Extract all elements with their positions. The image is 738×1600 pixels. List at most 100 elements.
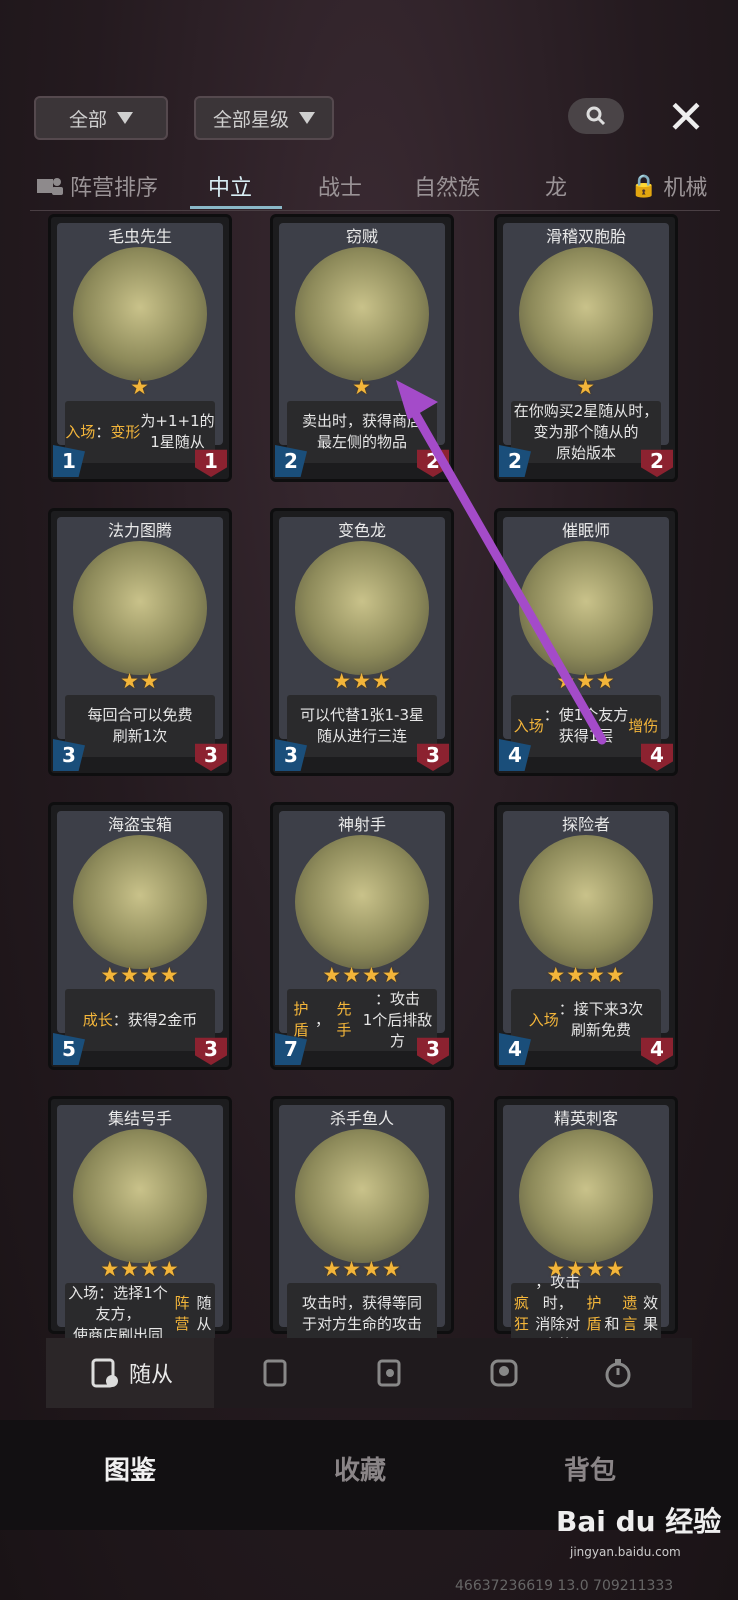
tab-mech[interactable]: 🔒 机械 [630,166,707,206]
card-stars: ★★★ [556,669,616,693]
card-portrait [73,1129,207,1263]
card-name: 滑稽双胞胎 [545,227,626,246]
card-description: 入场：选择1个友方， 使商店刷出同 阵营 随从 [65,1283,215,1345]
card-portrait [73,835,207,969]
filter-bar: 全部 全部星级 ✕ [0,94,738,142]
card-description: 攻击时，获得等同 于对方生命的攻击 [287,1283,437,1345]
card-stars: ★★ [120,669,160,693]
card-stars: ★★★★ [100,963,180,987]
card-name: 探险者 [561,815,610,834]
follower-card[interactable]: 精英刺客 ★★★★疯狂，攻击时，消除对方的护盾和遗言效果 [494,1096,678,1354]
tab-label: 战士 [318,176,363,201]
subnav-spells[interactable] [246,1338,306,1408]
follower-card[interactable]: 滑稽双胞胎 ★ 在你购买2星随从时， 变为那个随从的 原始版本 2 2 [494,214,678,482]
follower-card[interactable]: 神射手 ★★★★ 护盾，先手 ：攻击 1个后排敌方 7 3 [270,802,454,1070]
card-portrait [73,247,207,381]
card-portrait [295,541,429,675]
follower-card[interactable]: 变色龙 ★★★ 可以代替1张1-3星 随从进行三连 3 3 [270,508,454,776]
card-stars: ★ [352,375,372,399]
card-name: 变色龙 [337,521,386,540]
follower-card[interactable]: 窃贼 ★ 卖出时，获得商店 最左侧的物品 2 2 [270,214,454,482]
follower-card[interactable]: 杀手鱼人 ★★★★ 攻击时，获得等同 于对方生命的攻击 [270,1096,454,1345]
card-portrait [73,541,207,675]
card-portrait [295,1129,429,1263]
card-name: 精英刺客 [553,1109,618,1128]
follower-card[interactable]: 探险者 ★★★★ 入场 ：接下来3次 刷新免费 4 4 [494,802,678,1070]
close-icon: ✕ [666,90,706,144]
item-card-icon [377,1359,401,1387]
search-button[interactable] [568,98,624,134]
tab-label: 机械 [663,176,708,201]
star-filter-dropdown[interactable]: 全部星级 [194,96,334,140]
nav-codex[interactable]: 图鉴 [104,1450,156,1490]
close-button[interactable]: ✕ [662,94,710,142]
follower-card[interactable]: 法力图腾 ★★ 每回合可以免费 刷新1次 3 3 [48,508,232,776]
follower-card[interactable]: 催眠师 ★★★ 入场 ：使1个友方 获得1层 增伤 4 4 [494,508,678,776]
faction-filter-label: 全部 [68,108,107,131]
tab-label: 龙 [545,176,568,201]
faction-filter-dropdown[interactable]: 全部 [34,96,168,140]
nav-backpack[interactable]: 背包 [564,1450,616,1490]
tab-nature[interactable]: 自然族 [414,166,480,206]
card-name: 催眠师 [561,521,610,540]
card-description: 卖出时，获得商店 最左侧的物品 [287,401,437,463]
subnav-followers[interactable]: 随从 [46,1338,214,1408]
tab-neutral[interactable]: 中立 [208,166,252,206]
search-icon [586,106,606,126]
collection-subnav: 随从 [46,1338,692,1408]
health-stat: 3 [195,1037,227,1065]
chevron-down-icon [117,112,133,124]
card-portrait [519,1129,653,1263]
stopwatch-icon [605,1359,631,1388]
hero-icon [490,1359,518,1387]
card-name: 毛虫先生 [107,227,172,246]
nav-favorites[interactable]: 收藏 [334,1450,386,1490]
tab-label: 中立 [208,176,253,201]
faction-sort-icon [37,178,63,195]
subnav-items[interactable] [360,1338,420,1408]
card-name: 海盗宝箱 [107,815,172,834]
card-name: 神射手 [337,815,386,834]
card-stars: ★ [130,375,150,399]
card-description: 成长 ：获得2金币 [65,989,215,1051]
card-portrait [295,835,429,969]
card-name: 窃贼 [345,227,378,246]
card-description: 每回合可以免费 刷新1次 [65,695,215,757]
card-stars: ★★★★ [322,1257,402,1281]
health-stat: 4 [641,1037,673,1065]
card-description: 入场 ：使1个友方 获得1层 增伤 [511,695,661,757]
card-description: 护盾，先手 ：攻击 1个后排敌方 [287,989,437,1051]
card-description: 疯狂，攻击时，消除对方的护盾和遗言效果 [511,1273,661,1354]
chevron-down-icon [299,112,315,124]
card-description: 可以代替1张1-3星 随从进行三连 [287,695,437,757]
card-name: 法力图腾 [107,521,172,540]
card-name: 集结号手 [107,1109,172,1128]
follower-card[interactable]: 集结号手 ★★★★ 入场：选择1个友方， 使商店刷出同 阵营 随从 [48,1096,232,1345]
tab-dragon[interactable]: 龙 [545,166,567,206]
subnav-records[interactable] [588,1338,648,1408]
card-stars: ★★★★ [546,1257,626,1281]
faction-tabs: 阵营排序 中立 战士 自然族 龙 🔒 机械 [30,166,720,211]
tab-warrior[interactable]: 战士 [318,166,362,206]
card-portrait [519,835,653,969]
follower-card[interactable]: 海盗宝箱 ★★★★ 成长 ：获得2金币 5 3 [48,802,232,1070]
cards-icon [91,1358,118,1388]
star-filter-label: 全部星级 [212,108,289,131]
tab-faction-sort[interactable]: 阵营排序 [36,166,158,206]
card-stars: ★★★ [332,669,392,693]
card-description: 入场：变形 为+1+1的 1星随从 [65,401,215,463]
card-stars: ★ [576,375,596,399]
tab-label: 阵营排序 [70,176,159,201]
health-stat: 3 [417,1037,449,1065]
lock-icon: 🔒 [630,173,658,199]
tab-label: 自然族 [414,176,481,201]
follower-card[interactable]: 毛虫先生 ★ 入场：变形 为+1+1的 1星随从 1 1 [48,214,232,482]
card-description: 在你购买2星随从时， 变为那个随从的 原始版本 [511,401,661,463]
card-portrait [519,247,653,381]
card-stars: ★★★★ [100,1257,180,1281]
card-portrait [295,247,429,381]
spell-card-icon [263,1359,287,1387]
subnav-heroes[interactable] [474,1338,534,1408]
subnav-label: 随从 [128,1363,173,1388]
card-stars: ★★★★ [546,963,626,987]
